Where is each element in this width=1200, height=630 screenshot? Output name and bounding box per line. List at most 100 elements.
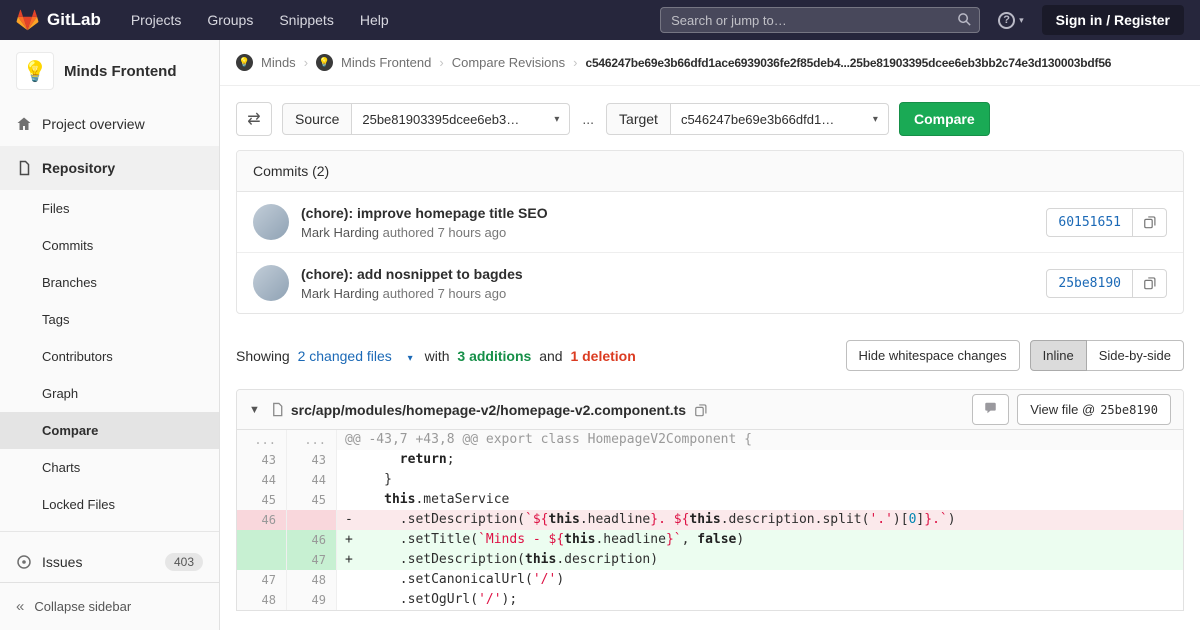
toggle-comments-button[interactable] xyxy=(972,394,1010,425)
nav-item-help[interactable]: Help xyxy=(360,12,389,28)
help-icon: ? xyxy=(998,11,1016,29)
collapse-sidebar-button[interactable]: « Collapse sidebar xyxy=(0,582,219,630)
diff-code-line: + .setDescription(this.description) xyxy=(337,550,1183,570)
source-label: Source xyxy=(282,103,353,135)
sign-in-button[interactable]: Sign in / Register xyxy=(1041,5,1184,35)
commit-title-link[interactable]: (chore): improve homepage title SEO xyxy=(301,205,548,221)
sidebar-item-locked-files[interactable]: Locked Files xyxy=(0,486,219,523)
diff-file-path[interactable]: src/app/modules/homepage-v2/homepage-v2.… xyxy=(291,402,686,418)
view-file-sha: 25be8190 xyxy=(1100,402,1158,417)
sidebar-item-graph[interactable]: Graph xyxy=(0,375,219,412)
new-line-number[interactable]: 44 xyxy=(287,470,337,490)
side-by-side-view-button[interactable]: Side-by-side xyxy=(1085,340,1184,371)
sidebar-item-files[interactable]: Files xyxy=(0,190,219,227)
commit-sha-link[interactable]: 25be8190 xyxy=(1046,268,1133,298)
help-menu[interactable]: ? ▾ xyxy=(998,11,1024,29)
diff-code-line: @@ -43,7 +43,8 @@ export class HomepageV… xyxy=(337,430,1183,450)
target-ref-dropdown[interactable]: c546247be69e3b66dfd1… ▾ xyxy=(670,103,889,135)
view-file-button[interactable]: View file @ 25be8190 xyxy=(1017,394,1171,425)
old-line-number[interactable] xyxy=(237,530,287,550)
project-avatar-small: 💡 xyxy=(316,54,334,71)
project-header[interactable]: 💡 Minds Frontend xyxy=(0,40,219,102)
inline-view-button[interactable]: Inline xyxy=(1029,340,1087,371)
nav-item-snippets[interactable]: Snippets xyxy=(279,12,333,28)
main-content: 💡 Minds › 💡 Minds Frontend › Compare Rev… xyxy=(220,40,1200,630)
search-input[interactable] xyxy=(660,7,981,33)
new-line-number[interactable]: 48 xyxy=(287,570,337,590)
commit-author-avatar[interactable] xyxy=(253,265,289,301)
commit-author-link[interactable]: Mark Harding xyxy=(301,225,379,240)
old-line-number[interactable]: 43 xyxy=(237,450,287,470)
group-avatar: 💡 xyxy=(236,54,253,71)
diff-line-ctx: 47 48 .setCanonicalUrl('/') xyxy=(237,570,1183,590)
copy-sha-button[interactable] xyxy=(1133,207,1167,237)
copy-icon xyxy=(695,403,707,416)
repository-submenu: Files Commits Branches Tags Contributors… xyxy=(0,190,219,523)
diff-line-ctx: 48 49 .setOgUrl('/'); xyxy=(237,590,1183,610)
sidebar-item-branches[interactable]: Branches xyxy=(0,264,219,301)
new-line-number[interactable]: 47 xyxy=(287,550,337,570)
chevron-down-icon: ▾ xyxy=(1019,14,1024,25)
sidebar-item-contributors[interactable]: Contributors xyxy=(0,338,219,375)
breadcrumb-page-link[interactable]: Compare Revisions xyxy=(452,55,565,70)
comment-icon xyxy=(985,402,996,414)
repository-icon xyxy=(19,160,30,176)
copy-sha-button[interactable] xyxy=(1133,268,1167,298)
new-line-number[interactable]: 45 xyxy=(287,490,337,510)
swap-icon: ⇄ xyxy=(247,111,261,128)
gitlab-logo[interactable]: GitLab xyxy=(16,9,101,31)
sidebar-item-project-overview[interactable]: Project overview xyxy=(0,102,219,146)
diff-view-controls: Hide whitespace changes Inline Side-by-s… xyxy=(845,340,1184,371)
compare-form: ⇄ Source 25be81903395dcee6eb3… ▾ ... Tar… xyxy=(220,86,1200,136)
diff-code-line: return; xyxy=(399,452,455,467)
commit-sha-link[interactable]: 60151651 xyxy=(1046,207,1133,237)
old-line-number[interactable] xyxy=(237,550,287,570)
sidebar-item-commits[interactable]: Commits xyxy=(0,227,219,264)
source-ref-dropdown[interactable]: 25be81903395dcee6eb3… ▾ xyxy=(352,103,571,135)
new-line-number[interactable]: 46 xyxy=(287,530,337,550)
source-group: Source 25be81903395dcee6eb3… ▾ xyxy=(282,103,571,135)
new-line-number[interactable]: 49 xyxy=(287,590,337,610)
compare-button[interactable]: Compare xyxy=(898,102,990,136)
breadcrumb-project-link[interactable]: Minds Frontend xyxy=(341,55,431,70)
swap-revisions-button[interactable]: ⇄ xyxy=(236,102,272,136)
nav-item-projects[interactable]: Projects xyxy=(131,12,182,28)
new-line-number[interactable]: 43 xyxy=(287,450,337,470)
copy-icon xyxy=(1143,216,1156,229)
copy-file-path-button[interactable] xyxy=(694,403,708,417)
old-line-number[interactable]: 45 xyxy=(237,490,287,510)
sidebar-item-repository[interactable]: Repository xyxy=(0,146,219,190)
hide-whitespace-button[interactable]: Hide whitespace changes xyxy=(845,340,1020,371)
source-ref-value: 25be81903395dcee6eb3… xyxy=(362,111,520,127)
diff-table: ...... @@ -43,7 +43,8 @@ export class Hom… xyxy=(237,430,1183,610)
diff-file-actions: View file @ 25be8190 xyxy=(972,394,1171,425)
sidebar-item-charts[interactable]: Charts xyxy=(0,449,219,486)
commit-author-link[interactable]: Mark Harding xyxy=(301,286,379,301)
search-icon xyxy=(958,13,971,26)
commit-row: (chore): improve homepage title SEO Mark… xyxy=(237,192,1183,252)
old-line-number[interactable]: ... xyxy=(237,430,287,450)
commit-sha-group: 25be8190 xyxy=(1046,268,1167,298)
gitlab-tanuki-icon xyxy=(16,9,39,31)
sidebar-item-tags[interactable]: Tags xyxy=(0,301,219,338)
commit-title-link[interactable]: (chore): add nosnippet to bagdes xyxy=(301,266,523,282)
collapse-diff-caret[interactable]: ▼ xyxy=(249,404,260,416)
sidebar-item-compare[interactable]: Compare xyxy=(0,412,219,449)
breadcrumb-group-link[interactable]: Minds xyxy=(261,55,296,70)
old-line-number[interactable]: 46 xyxy=(237,510,287,530)
additions-count: 3 additions xyxy=(457,347,532,364)
old-line-number[interactable]: 48 xyxy=(237,590,287,610)
old-line-number[interactable]: 44 xyxy=(237,470,287,490)
changed-files-dropdown[interactable]: 2 changed files ▾ xyxy=(298,348,417,364)
new-line-number[interactable]: ... xyxy=(287,430,337,450)
new-line-number[interactable] xyxy=(287,510,337,530)
sidebar-item-issues[interactable]: Issues 403 xyxy=(0,540,219,582)
nav-item-groups[interactable]: Groups xyxy=(207,12,253,28)
diff-code-line: } xyxy=(345,472,392,487)
global-search xyxy=(660,7,981,33)
old-line-number[interactable]: 47 xyxy=(237,570,287,590)
commit-author-avatar[interactable] xyxy=(253,204,289,240)
breadcrumb-separator: › xyxy=(573,55,578,70)
target-label: Target xyxy=(606,103,671,135)
logo-text: GitLab xyxy=(47,10,101,29)
